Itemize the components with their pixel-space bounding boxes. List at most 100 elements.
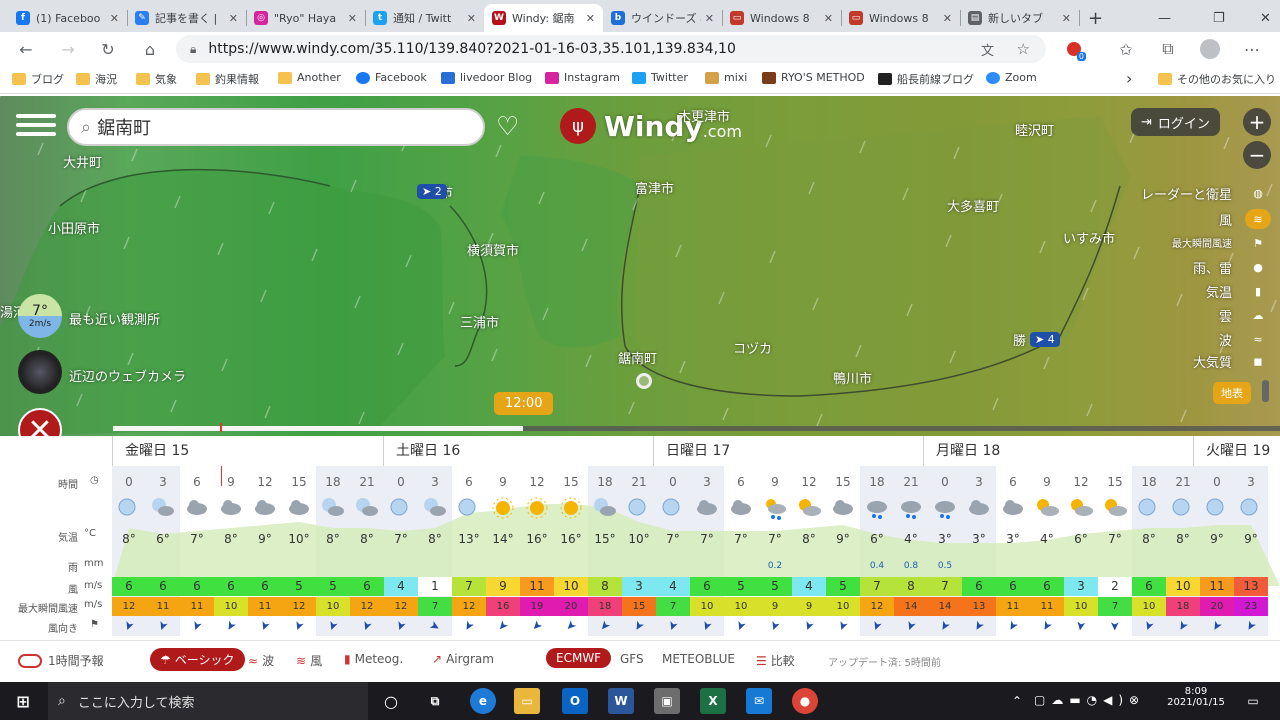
hour-cell[interactable]: 21 — [350, 475, 384, 489]
hour-cell[interactable]: 3 — [418, 475, 452, 489]
hour-cell[interactable]: 3 — [1234, 475, 1268, 489]
hour-cell[interactable]: 6 — [452, 475, 486, 489]
tray-icons[interactable]: ▢☁▬◔◀)⊗ — [1034, 693, 1145, 707]
close-tab-icon[interactable]: ✕ — [348, 12, 357, 25]
translate-icon[interactable]: 文 — [981, 40, 994, 59]
bookmark-item[interactable]: 船長前線ブログ — [878, 71, 974, 87]
hour-cell[interactable]: 15 — [1098, 475, 1132, 489]
close-tab-icon[interactable]: ✕ — [824, 12, 833, 25]
webcam-thumbnail[interactable] — [18, 350, 62, 394]
close-tab-icon[interactable]: ✕ — [229, 12, 238, 25]
close-tab-icon[interactable]: ✕ — [110, 12, 119, 25]
hour-cell[interactable]: 12 — [248, 475, 282, 489]
airgram-button[interactable]: ↗ Airgram — [432, 652, 494, 666]
browser-tab[interactable]: ▤ 新しいタブ ✕ — [960, 4, 1079, 32]
taskbar-clock[interactable]: 8:09 2021/01/15 — [1166, 686, 1226, 708]
nearest-station-button[interactable]: 7° 2m/s — [18, 294, 62, 338]
zoom-in-button[interactable]: + — [1243, 108, 1271, 136]
wave-button[interactable]: ≈ 波 — [248, 652, 274, 669]
tray-chevron-icon[interactable]: ⌃ — [1012, 694, 1022, 708]
reload-icon[interactable]: ↻ — [96, 37, 120, 61]
hour-cell[interactable]: 18 — [860, 475, 894, 489]
maximize-icon[interactable]: ❐ — [1205, 4, 1229, 32]
close-tab-icon[interactable]: ✕ — [467, 12, 476, 25]
day-header[interactable]: 金曜日 15 — [112, 436, 383, 466]
day-header[interactable]: 火曜日 19 — [1193, 436, 1280, 466]
close-window-icon[interactable]: ✕ — [1252, 4, 1276, 32]
hour-cell[interactable]: 12 — [1064, 475, 1098, 489]
star-icon[interactable]: ☆ — [1017, 40, 1030, 58]
bookmark-item[interactable]: mixi — [705, 71, 747, 84]
layer-scroll-handle[interactable] — [1262, 380, 1269, 402]
outlook-icon[interactable]: O — [562, 688, 588, 714]
ecmwf-button[interactable]: ECMWF — [546, 648, 612, 668]
bookmark-item[interactable]: Twitter — [632, 71, 688, 84]
hour-cell[interactable]: 15 — [554, 475, 588, 489]
layer-menu-item[interactable]: レーダーと衛星 — [1141, 184, 1232, 203]
day-header[interactable]: 日曜日 17 — [653, 436, 923, 466]
cortana-icon[interactable]: ○ — [378, 688, 404, 714]
hour-cell[interactable]: 12 — [520, 475, 554, 489]
wind-speed-badge[interactable]: ➤ 2 — [417, 184, 447, 199]
layer-menu-item[interactable]: 最大瞬間風速 — [1172, 235, 1232, 250]
timeline-time-bubble[interactable]: 12:00 — [494, 392, 554, 415]
browser-tab[interactable]: ◎ "Ryo" Haya ✕ — [246, 4, 365, 32]
hour-cell[interactable]: 9 — [214, 475, 248, 489]
basic-button[interactable]: ☂ ベーシック — [150, 648, 245, 671]
meteogram-button[interactable]: ▮ Meteog. — [344, 652, 403, 666]
home-icon[interactable]: ⌂ — [138, 37, 162, 61]
store-icon[interactable]: ▣ — [654, 688, 680, 714]
browser-tab[interactable]: ▭ Windows 8 ✕ — [722, 4, 841, 32]
more-menu-icon[interactable]: ⋯ — [1240, 37, 1264, 61]
hour-cell[interactable]: 6 — [996, 475, 1030, 489]
hour-cell[interactable]: 15 — [282, 475, 316, 489]
meteoblue-button[interactable]: METEOBLUE — [662, 652, 735, 666]
location-search-input[interactable]: ⌕ 鋸南町 — [67, 108, 485, 146]
gfs-button[interactable]: GFS — [620, 652, 644, 666]
hour-cell[interactable]: 9 — [1030, 475, 1064, 489]
browser-tab[interactable]: f (1) Faceboo ✕ — [8, 4, 127, 32]
extension-icon[interactable]: 0 — [1062, 37, 1086, 61]
task-view-icon[interactable]: ⧉ — [422, 688, 448, 714]
map-style-button[interactable]: 地表 — [1213, 382, 1251, 404]
close-tab-icon[interactable]: ✕ — [705, 12, 714, 25]
browser-tab[interactable]: W Windy: 鋸南 ✕ — [484, 4, 603, 32]
hour-cell[interactable]: 9 — [758, 475, 792, 489]
wind-icon[interactable]: ≋ — [1245, 209, 1271, 229]
edge-icon[interactable]: e — [470, 688, 496, 714]
other-bookmarks[interactable]: その他のお気に入り — [1158, 71, 1276, 87]
hour-cell[interactable]: 0 — [112, 475, 146, 489]
favorites-icon[interactable]: ✩ — [1114, 37, 1138, 61]
file-explorer-icon[interactable]: ▭ — [514, 688, 540, 714]
hourly-forecast-toggle[interactable]: 1時間予報 — [18, 652, 104, 669]
new-tab-button[interactable]: + — [1080, 4, 1110, 32]
layer-menu-item[interactable]: 気温 — [1206, 282, 1232, 301]
bookmark-item[interactable]: Facebook — [356, 71, 427, 84]
hour-cell[interactable]: 0 — [1200, 475, 1234, 489]
mail-icon[interactable]: ✉ — [746, 688, 772, 714]
layer-menu-item[interactable]: 風 — [1219, 210, 1232, 229]
bookmarks-overflow-icon[interactable]: › — [1126, 69, 1132, 88]
hour-cell[interactable]: 3 — [690, 475, 724, 489]
nearest-station-label[interactable]: 最も近い観測所 — [69, 309, 160, 328]
bookmark-item[interactable]: 海況 — [76, 71, 117, 87]
wind-button[interactable]: ≋ 風 — [296, 652, 322, 669]
login-button[interactable]: ⇥ ログイン — [1131, 108, 1220, 136]
hour-cell[interactable]: 6 — [724, 475, 758, 489]
hour-cell[interactable]: 0 — [656, 475, 690, 489]
hour-cell[interactable]: 21 — [894, 475, 928, 489]
bookmark-item[interactable]: Zoom — [986, 71, 1037, 84]
layer-menu-item[interactable]: 波 — [1219, 330, 1232, 349]
browser-tab[interactable]: ✎ 記事を書く | ✕ — [127, 4, 246, 32]
hour-cell[interactable]: 21 — [1166, 475, 1200, 489]
hour-cell[interactable]: 3 — [146, 475, 180, 489]
wave-icon[interactable]: ≈ — [1248, 329, 1268, 349]
chrome-icon[interactable]: ● — [792, 688, 818, 714]
hour-cell[interactable]: 3 — [962, 475, 996, 489]
excel-icon[interactable]: X — [700, 688, 726, 714]
hour-cell[interactable]: 12 — [792, 475, 826, 489]
windows-start-icon[interactable]: ⊞ — [10, 688, 36, 714]
hour-cell[interactable]: 18 — [316, 475, 350, 489]
collections-icon[interactable]: ⧉ — [1156, 37, 1180, 61]
close-tab-icon[interactable]: ✕ — [586, 12, 595, 25]
